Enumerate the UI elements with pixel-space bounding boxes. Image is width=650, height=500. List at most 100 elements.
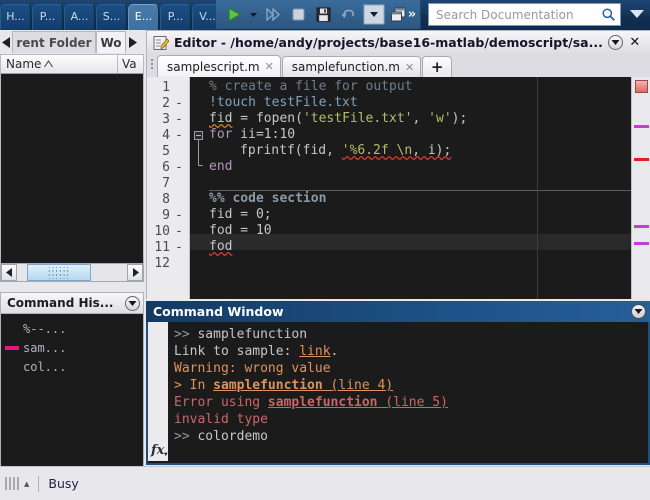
undo-dropdown[interactable] <box>362 3 385 26</box>
hyperlink[interactable]: link <box>299 344 330 359</box>
close-icon[interactable]: ✕ <box>405 61 414 74</box>
resize-grip-icon[interactable] <box>5 477 19 490</box>
fold-range-end <box>198 165 203 166</box>
toolbar-overflow-button[interactable]: » <box>404 4 420 24</box>
history-item-text: %--... <box>23 321 67 336</box>
left-panel-tab-strip: rent Folder Wo <box>0 30 144 54</box>
error-function-link[interactable]: samplefunction <box>268 395 378 410</box>
warning-mark-3[interactable] <box>634 225 649 228</box>
ribbon-bar: H... P... A... S... E... P... V... » Sea… <box>0 0 650 30</box>
warning-mark-1[interactable] <box>634 125 649 128</box>
command-window-output[interactable]: fx ▼ >> samplefunction Link to sample: l… <box>146 322 650 465</box>
triangle-left-icon <box>5 268 12 277</box>
warning-line: Warning: wrong value <box>174 361 331 376</box>
breakpoint-dash[interactable]: - <box>175 240 183 255</box>
output-text: . <box>330 344 339 359</box>
ribbon-tab-label: A... <box>70 10 89 23</box>
code-line-3: fid = fopen('testFile.txt', 'w'); <box>209 111 467 127</box>
line-number: 7 <box>162 176 170 191</box>
undo-button[interactable] <box>337 3 360 26</box>
search-placeholder: Search Documentation <box>436 7 574 22</box>
run-button[interactable] <box>222 3 245 26</box>
scrollbar-track[interactable]: :::::::::::::::::: <box>17 264 127 281</box>
breakpoint-dash[interactable]: - <box>175 112 183 127</box>
new-tab-button[interactable]: + <box>422 56 453 77</box>
stop-button[interactable] <box>287 3 310 26</box>
output-text: Link to sample: <box>174 344 300 359</box>
error-line-link[interactable]: (line 5) <box>378 395 448 410</box>
ribbon-collapse-button[interactable] <box>628 5 646 23</box>
breakpoint-dash[interactable]: - <box>175 160 183 175</box>
breakpoint-dash[interactable]: - <box>175 128 183 143</box>
list-item[interactable]: col... <box>1 357 143 376</box>
grip-expand-icon[interactable]: ▲ <box>24 480 29 488</box>
ribbon-tab-plots[interactable]: P... <box>32 4 63 30</box>
search-documentation-input[interactable]: Search Documentation <box>428 3 621 26</box>
error-detail-line: invalid type <box>174 412 268 427</box>
fx-dropdown-icon[interactable]: ▼ <box>164 451 168 458</box>
sidebar-item-current-folder[interactable]: rent Folder <box>12 31 96 53</box>
panel-tabs-prev-button[interactable] <box>0 31 12 53</box>
warning-trace-line: > In samplefunction (line 4) <box>174 377 393 394</box>
editor-pencil-icon <box>153 35 169 50</box>
code-fold-toggle[interactable] <box>194 131 203 140</box>
error-mark-2[interactable] <box>634 158 649 161</box>
scroll-right-button[interactable] <box>127 264 143 281</box>
ribbon-tab-editor[interactable]: E... <box>128 4 159 30</box>
code-operator: = fopen( <box>232 111 303 126</box>
command-window-expand-button[interactable] <box>631 304 646 319</box>
identifier-fid: fid <box>209 111 233 126</box>
code-fold-column <box>191 77 209 299</box>
run-options-dropdown[interactable] <box>247 3 260 26</box>
breakpoint-dash[interactable]: - <box>175 224 183 239</box>
command-history-expand-button[interactable] <box>125 295 140 311</box>
tab-samplescript[interactable]: samplescript.m ✕ <box>157 55 281 77</box>
ribbon-tab-publish[interactable]: P... <box>160 4 191 30</box>
code-editor-area[interactable]: 1 2 3 4 5 6 7 8 9 10 11 12 - - - - - - - <box>146 77 650 299</box>
scroll-left-button[interactable] <box>1 264 17 281</box>
prompt-symbol: >> <box>174 429 198 444</box>
editor-marker-gutter[interactable] <box>631 77 650 299</box>
warning-mark-4[interactable] <box>634 242 649 245</box>
breakpoint-dash[interactable]: - <box>175 96 183 111</box>
trace-prefix: > In <box>174 378 214 393</box>
run-advance-button[interactable] <box>262 3 285 26</box>
breakpoint-dash[interactable]: - <box>175 208 183 223</box>
error-marker[interactable] <box>635 80 648 93</box>
search-icon <box>602 8 615 21</box>
ribbon-tab-label: H... <box>6 10 25 23</box>
editor-tab-strip: samplescript.m ✕ samplefunction.m ✕ + <box>146 54 650 77</box>
column-header-name[interactable]: Name <box>1 57 54 71</box>
ribbon-tab-shortcuts[interactable]: S... <box>96 4 127 30</box>
workspace-horizontal-scrollbar[interactable]: :::::::::::::::::: <box>0 263 144 282</box>
list-item[interactable]: %--... <box>1 319 143 338</box>
left-docking-column: rent Folder Wo Name Va:::::::::::::::… <box>0 30 144 495</box>
scrollbar-thumb[interactable]: :::::::::::::::::: <box>27 264 91 281</box>
sidebar-item-workspace[interactable]: Wo <box>96 31 126 53</box>
scrollbar-grip-icon: :::::::::::::::::: <box>47 263 71 281</box>
fx-icon[interactable]: fx <box>151 443 164 458</box>
save-button[interactable] <box>312 3 335 26</box>
editor-close-button[interactable]: ✕ <box>628 35 642 50</box>
identifier-fod: fod <box>209 239 233 254</box>
undo-arrow-icon <box>341 9 354 18</box>
caret-down-icon <box>363 4 384 25</box>
close-icon[interactable]: ✕ <box>265 60 274 73</box>
panel-tabs-next-button[interactable] <box>126 31 138 53</box>
ribbon-tab-apps[interactable]: A... <box>64 4 95 30</box>
workspace-variable-list[interactable] <box>0 74 144 263</box>
trace-function-link[interactable]: samplefunction <box>213 378 323 393</box>
tab-samplefunction[interactable]: samplefunction.m ✕ <box>281 56 422 77</box>
sort-ascending-icon <box>44 60 54 68</box>
column-header-value[interactable]: Va <box>117 55 143 73</box>
trace-line-link[interactable]: (line 4) <box>323 378 394 393</box>
editor-expand-button[interactable] <box>607 35 623 50</box>
line-number: 2 <box>162 96 170 111</box>
ribbon-tab-home[interactable]: H... <box>0 4 31 30</box>
loop-range: ii=1:10 <box>232 127 296 142</box>
string-literal: 'w' <box>428 111 452 126</box>
ribbon-tab-label: S... <box>102 10 121 23</box>
list-item[interactable]: sam... <box>1 338 143 357</box>
editor-tab-drag-handle[interactable] <box>147 54 157 77</box>
history-session-marker <box>5 345 19 350</box>
